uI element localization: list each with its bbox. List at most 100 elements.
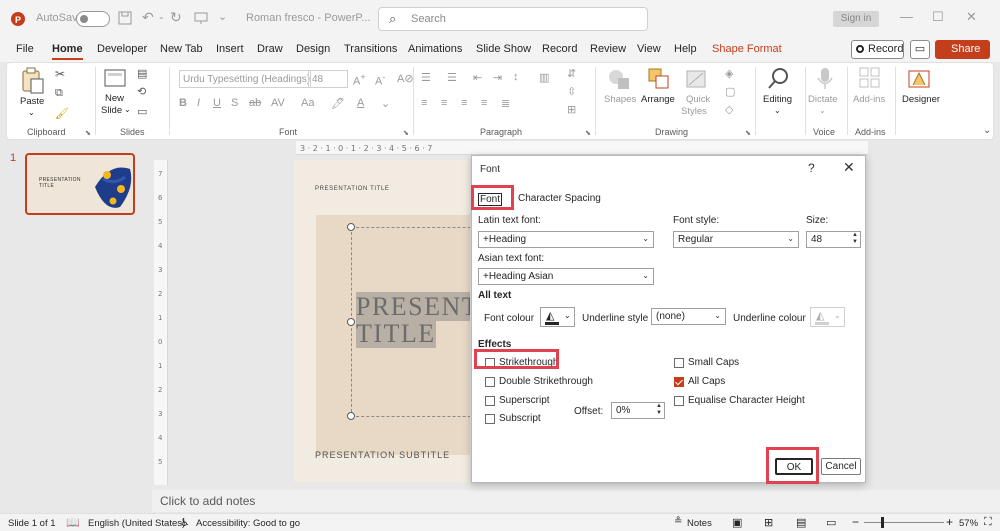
shape-fill-icon[interactable]: ◈: [725, 67, 733, 80]
shapes-label[interactable]: Shapes: [604, 94, 636, 105]
tab-draw[interactable]: Draw: [257, 43, 283, 55]
subscript-checkbox[interactable]: [485, 414, 495, 424]
minimize-icon[interactable]: —: [900, 9, 913, 24]
font-color-icon[interactable]: A: [357, 97, 364, 109]
slide-subtitle[interactable]: PRESENTATION SUBTITLE: [315, 450, 450, 460]
increase-indent-icon[interactable]: ⇥: [493, 71, 502, 84]
save-icon[interactable]: [118, 11, 132, 25]
paste-label[interactable]: Paste: [20, 96, 44, 107]
autosave-toggle[interactable]: [76, 11, 110, 27]
font-style-select[interactable]: Regular ⌄: [673, 231, 799, 248]
offset-input[interactable]: 0% ▲ ▼: [611, 402, 665, 419]
dictate-dropdown-icon[interactable]: ⌄: [819, 106, 826, 115]
spelling-icon[interactable]: 📖: [66, 516, 80, 529]
tab-character-spacing[interactable]: Character Spacing: [518, 193, 601, 204]
slide-canvas[interactable]: PRESENTATION TITLE PRESENT TITLE PRESENT…: [294, 160, 470, 482]
new-slide-label-2[interactable]: Slide: [101, 105, 122, 116]
find-icon[interactable]: [767, 67, 791, 91]
tab-view[interactable]: View: [637, 43, 661, 55]
justify-icon[interactable]: ≡: [481, 97, 487, 109]
tab-review[interactable]: Review: [590, 43, 626, 55]
slide-thumbnail[interactable]: PRESENTATION TITLE: [25, 153, 135, 215]
reading-view-icon[interactable]: ▤: [796, 516, 806, 529]
help-icon[interactable]: ?: [808, 161, 815, 175]
font-name-input[interactable]: Urdu Typesetting (Headings): [179, 70, 311, 88]
tab-record[interactable]: Record: [542, 43, 577, 55]
bullets-icon[interactable]: ☰: [421, 71, 431, 84]
comments-button[interactable]: ▭: [910, 40, 930, 59]
tab-home[interactable]: Home: [52, 43, 83, 60]
notes-button[interactable]: Notes: [687, 518, 712, 529]
highlight-icon[interactable]: 🖊: [331, 97, 345, 110]
equalise-height-label[interactable]: Equalise Character Height: [688, 395, 805, 406]
small-caps-checkbox[interactable]: [674, 358, 684, 368]
cancel-button[interactable]: Cancel: [821, 458, 861, 475]
accessibility-status[interactable]: Accessibility: Good to go: [196, 518, 300, 529]
clear-formatting-icon[interactable]: A⊘: [397, 72, 414, 85]
columns-icon[interactable]: ▥: [539, 71, 549, 84]
font-colour-button[interactable]: ◭ ⌄: [540, 307, 575, 327]
tab-shape-format[interactable]: Shape Format: [712, 43, 782, 55]
bold-icon[interactable]: B: [179, 97, 187, 109]
subscript-label[interactable]: Subscript: [499, 413, 541, 424]
align-left-icon[interactable]: ≡: [421, 97, 427, 109]
tab-file[interactable]: File: [16, 43, 34, 55]
cut-icon[interactable]: ✂: [55, 67, 65, 81]
zoom-out-icon[interactable]: −: [852, 515, 859, 529]
equalise-height-checkbox[interactable]: [674, 396, 684, 406]
section-icon[interactable]: ▭: [137, 105, 147, 118]
underline-style-select[interactable]: (none) ⌄: [651, 308, 726, 325]
zoom-level[interactable]: 57%: [959, 518, 978, 529]
superscript-label[interactable]: Superscript: [499, 395, 550, 406]
asian-font-select[interactable]: +Heading Asian ⌄: [478, 268, 654, 285]
all-caps-label[interactable]: All Caps: [688, 376, 725, 387]
change-case-icon[interactable]: Aa: [301, 97, 314, 109]
paragraph-launcher-icon[interactable]: ⬊: [585, 129, 591, 137]
layout-icon[interactable]: ▤: [137, 67, 147, 80]
addins-icon[interactable]: [859, 67, 881, 89]
collapse-ribbon-icon[interactable]: ⌄: [983, 125, 991, 136]
italic-icon[interactable]: I: [197, 97, 200, 109]
all-caps-checkbox[interactable]: [674, 377, 684, 387]
tab-developer[interactable]: Developer: [97, 43, 147, 55]
double-strikethrough-checkbox[interactable]: [485, 377, 495, 387]
zoom-slider-thumb[interactable]: [881, 517, 884, 528]
latin-font-select[interactable]: +Heading ⌄: [478, 231, 654, 248]
underline-icon[interactable]: U: [213, 97, 221, 109]
arrange-label[interactable]: Arrange: [641, 94, 675, 105]
copy-icon[interactable]: ⧉: [55, 87, 63, 100]
present-icon[interactable]: [194, 11, 208, 25]
shape-outline-icon[interactable]: ▢: [725, 85, 735, 98]
align-right-icon[interactable]: ≡: [461, 97, 467, 109]
paste-dropdown-icon[interactable]: ⌄: [28, 108, 35, 117]
new-slide-label-1[interactable]: New: [105, 93, 124, 104]
superscript-checkbox[interactable]: [485, 396, 495, 406]
tab-help[interactable]: Help: [674, 43, 697, 55]
undo-dropdown-icon[interactable]: ⌄: [158, 12, 165, 21]
tab-transitions[interactable]: Transitions: [344, 43, 397, 55]
search-box[interactable]: ⌕ Search: [378, 7, 648, 31]
slideshow-view-icon[interactable]: ▭: [826, 516, 836, 529]
numbering-icon[interactable]: ☰: [447, 71, 457, 84]
tab-new-tab[interactable]: New Tab: [160, 43, 203, 55]
quick-styles-icon[interactable]: [685, 67, 709, 91]
increase-font-icon[interactable]: A+: [353, 72, 366, 88]
character-spacing-icon[interactable]: AV: [271, 97, 285, 109]
font-size-input[interactable]: 48: [308, 70, 348, 88]
shapes-icon[interactable]: [607, 67, 631, 91]
smartart-icon[interactable]: ⊞: [567, 103, 576, 116]
dictate-icon[interactable]: [815, 67, 835, 91]
zoom-in-icon[interactable]: +: [946, 515, 953, 529]
resize-handle[interactable]: [347, 223, 355, 231]
redo-icon[interactable]: ↻: [170, 9, 182, 26]
notes-icon[interactable]: ≗: [674, 516, 682, 527]
arrange-icon[interactable]: [647, 67, 671, 91]
close-window-icon[interactable]: ✕: [966, 9, 977, 25]
share-button[interactable]: Share: [935, 40, 990, 59]
tab-slide-show[interactable]: Slide Show: [476, 43, 531, 55]
accessibility-icon[interactable]: ♿: [180, 516, 190, 529]
customize-toolbar-icon[interactable]: ⌄: [218, 10, 227, 23]
paste-icon[interactable]: [21, 67, 45, 95]
spinner-icon[interactable]: ▲ ▼: [656, 403, 662, 417]
maximize-icon[interactable]: ☐: [932, 9, 944, 25]
